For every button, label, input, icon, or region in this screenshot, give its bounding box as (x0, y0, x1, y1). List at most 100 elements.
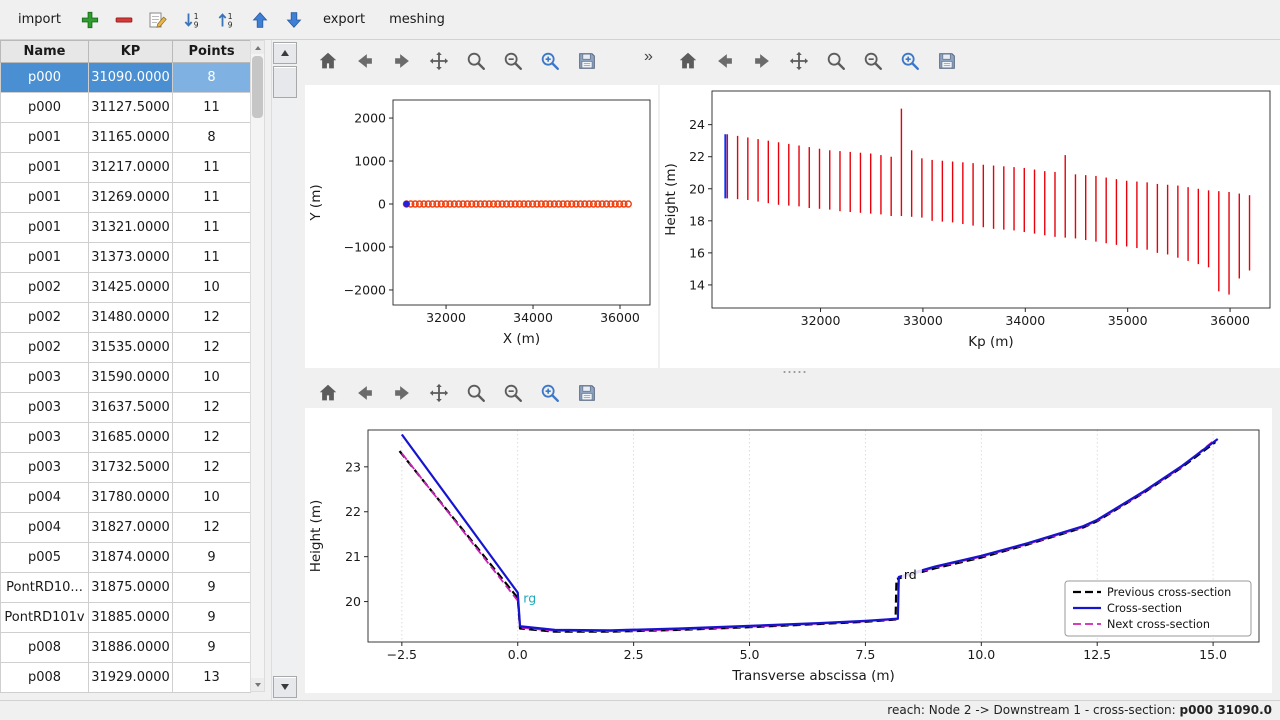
table-row[interactable]: p00431827.000012 (1, 513, 251, 543)
table-cell[interactable]: p002 (1, 303, 89, 333)
table-cell[interactable]: 31827.0000 (89, 513, 173, 543)
zoom-button[interactable] (460, 46, 492, 76)
table-cell[interactable]: 12 (173, 333, 251, 363)
table-scrollbar[interactable] (250, 40, 265, 692)
import-button[interactable]: import (8, 7, 71, 32)
zoom-out-button[interactable] (857, 46, 889, 76)
table-row[interactable]: p00331685.000012 (1, 423, 251, 453)
table-cell[interactable]: 12 (173, 453, 251, 483)
table-cell[interactable]: 12 (173, 513, 251, 543)
column-header-name[interactable]: Name (1, 41, 89, 63)
cross-section-chart[interactable]: rgrd−2.50.02.55.07.510.012.515.020212223… (305, 408, 1272, 693)
table-cell[interactable]: p003 (1, 453, 89, 483)
table-row[interactable]: PontRD10...31875.00009 (1, 573, 251, 603)
back-button[interactable] (349, 378, 381, 408)
table-cell[interactable]: 31535.0000 (89, 333, 173, 363)
table-cell[interactable]: 31269.0000 (89, 183, 173, 213)
table-cell[interactable]: p003 (1, 423, 89, 453)
table-cell[interactable]: 11 (173, 93, 251, 123)
table-cell[interactable]: 31874.0000 (89, 543, 173, 573)
table-cell[interactable]: 12 (173, 303, 251, 333)
table-row[interactable]: p00831929.000013 (1, 663, 251, 693)
table-row[interactable]: p00131373.000011 (1, 243, 251, 273)
column-header-kp[interactable]: KP (89, 41, 173, 63)
table-cell[interactable]: 11 (173, 183, 251, 213)
save-button[interactable] (571, 46, 603, 76)
back-button[interactable] (349, 46, 381, 76)
table-cell[interactable]: p002 (1, 333, 89, 363)
meshing-button[interactable]: meshing (379, 7, 455, 32)
save-button[interactable] (571, 378, 603, 408)
toolbar-overflow-button[interactable]: » (644, 48, 653, 66)
sort-numeric-down-button[interactable]: 19 (177, 5, 207, 35)
pan-button[interactable] (783, 46, 815, 76)
sort-numeric-up-button[interactable]: 19 (211, 5, 241, 35)
table-cell[interactable]: 11 (173, 153, 251, 183)
table-cell[interactable]: 31637.5000 (89, 393, 173, 423)
table-cell[interactable]: 12 (173, 423, 251, 453)
zoom-button[interactable] (820, 46, 852, 76)
table-row[interactable]: p00831886.00009 (1, 633, 251, 663)
forward-button[interactable] (386, 46, 418, 76)
table-row[interactable]: p00131269.000011 (1, 183, 251, 213)
home-button[interactable] (672, 46, 704, 76)
table-cell[interactable]: p008 (1, 633, 89, 663)
pan-button[interactable] (423, 378, 455, 408)
table-cell[interactable]: 9 (173, 543, 251, 573)
table-cell[interactable]: 31127.5000 (89, 93, 173, 123)
table-cell[interactable]: p001 (1, 213, 89, 243)
table-cell[interactable]: 31373.0000 (89, 243, 173, 273)
table-row[interactable]: p00431780.000010 (1, 483, 251, 513)
table-cell[interactable]: p001 (1, 123, 89, 153)
horizontal-splitter[interactable] (300, 368, 1280, 376)
table-row[interactable]: p00231425.000010 (1, 273, 251, 303)
table-cell[interactable]: 8 (173, 63, 251, 93)
table-cell[interactable]: 10 (173, 483, 251, 513)
table-cell[interactable]: p000 (1, 63, 89, 93)
table-cell[interactable]: 31732.5000 (89, 453, 173, 483)
column-header-points[interactable]: Points (173, 41, 251, 63)
table-row[interactable]: p00531874.00009 (1, 543, 251, 573)
table-cell[interactable]: 31165.0000 (89, 123, 173, 153)
zoom-button[interactable] (460, 378, 492, 408)
zoom-out-button[interactable] (497, 46, 529, 76)
table-cell[interactable]: 31480.0000 (89, 303, 173, 333)
zoom-out-button[interactable] (497, 378, 529, 408)
table-cell[interactable]: 9 (173, 633, 251, 663)
table-cell[interactable]: p001 (1, 243, 89, 273)
zoom-rect-button[interactable] (534, 378, 566, 408)
back-button[interactable] (709, 46, 741, 76)
longitudinal-chart[interactable]: 3200033000340003500036000141618202224Kp … (660, 85, 1280, 368)
table-row[interactable]: p00231480.000012 (1, 303, 251, 333)
table-row[interactable]: p00331637.500012 (1, 393, 251, 423)
zoom-rect-button[interactable] (534, 46, 566, 76)
zoom-rect-button[interactable] (894, 46, 926, 76)
table-cell[interactable]: 9 (173, 603, 251, 633)
panel-scroll-down-button[interactable] (273, 676, 297, 698)
pan-button[interactable] (423, 46, 455, 76)
table-cell[interactable]: 13 (173, 663, 251, 693)
move-up-button[interactable] (245, 5, 275, 35)
table-row[interactable]: p00331732.500012 (1, 453, 251, 483)
table-cell[interactable]: PontRD10... (1, 573, 89, 603)
table-cell[interactable]: 31685.0000 (89, 423, 173, 453)
home-button[interactable] (312, 378, 344, 408)
home-button[interactable] (312, 46, 344, 76)
table-cell[interactable]: 10 (173, 273, 251, 303)
panel-scrollbar-thumb[interactable] (273, 66, 297, 98)
table-cell[interactable]: 31590.0000 (89, 363, 173, 393)
table-cell[interactable]: 9 (173, 573, 251, 603)
forward-button[interactable] (746, 46, 778, 76)
table-scrollbar-thumb[interactable] (252, 56, 263, 118)
table-cell[interactable]: p008 (1, 663, 89, 693)
table-cell[interactable]: p003 (1, 393, 89, 423)
add-cross-section-button[interactable] (75, 5, 105, 35)
table-cell[interactable]: 31217.0000 (89, 153, 173, 183)
table-cell[interactable]: 11 (173, 213, 251, 243)
table-cell[interactable]: 31886.0000 (89, 633, 173, 663)
table-row[interactable]: p00131321.000011 (1, 213, 251, 243)
forward-button[interactable] (386, 378, 418, 408)
table-row[interactable]: p00331590.000010 (1, 363, 251, 393)
table-cell[interactable]: p001 (1, 153, 89, 183)
table-cell[interactable]: PontRD101v (1, 603, 89, 633)
